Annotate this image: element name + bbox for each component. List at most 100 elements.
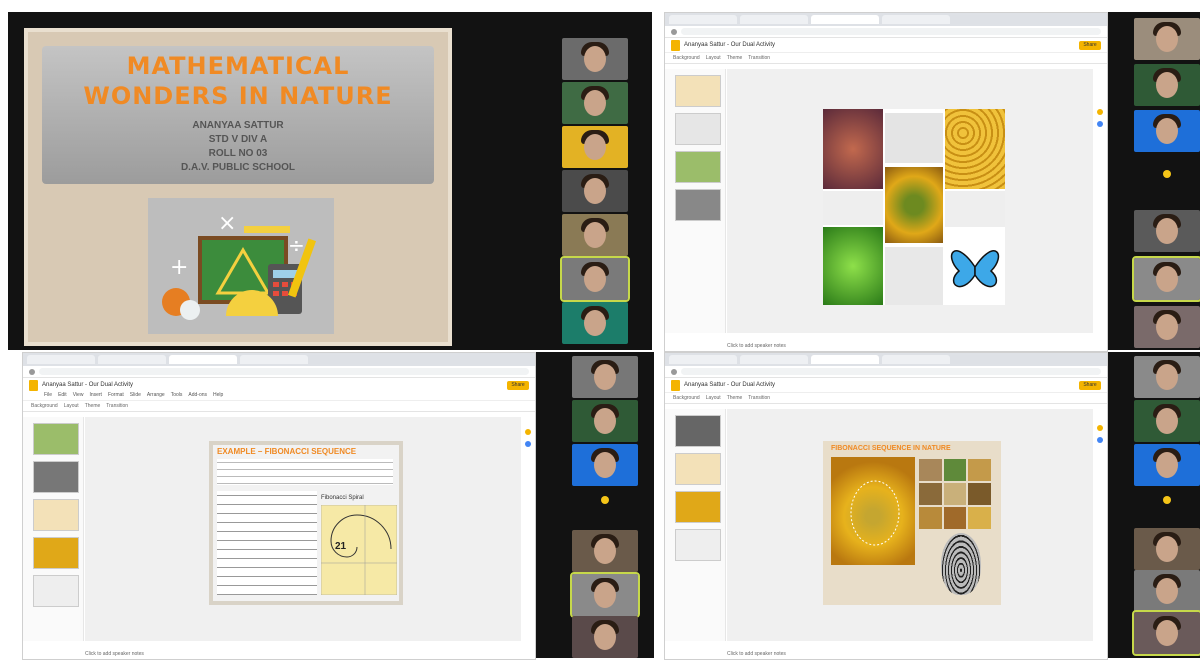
slide-thumbnail[interactable]	[675, 75, 721, 107]
slide-thumbnail[interactable]	[675, 415, 721, 447]
keep-icon[interactable]	[1097, 109, 1103, 115]
participant-tile[interactable]	[1134, 570, 1200, 612]
slide-thumbnail[interactable]	[675, 189, 721, 221]
participant-tile[interactable]	[572, 356, 638, 398]
share-button[interactable]: Share	[1079, 40, 1101, 50]
toolbar-background[interactable]: Background	[673, 395, 700, 401]
browser-tab[interactable]	[98, 355, 166, 364]
toolbar-transition[interactable]: Transition	[748, 395, 770, 401]
slide-thumbnail[interactable]	[33, 537, 79, 569]
toolbar-theme[interactable]: Theme	[727, 55, 743, 61]
slide-thumbnail[interactable]	[675, 453, 721, 485]
browser-tab[interactable]	[669, 15, 737, 24]
participant-tile[interactable]	[1134, 356, 1200, 398]
browser-tab[interactable]	[882, 15, 950, 24]
participant-tile[interactable]	[562, 302, 628, 344]
slide-thumbnail[interactable]	[675, 529, 721, 561]
slide-thumbnail[interactable]	[33, 423, 79, 455]
browser-tab[interactable]	[740, 15, 808, 24]
participant-tile-active[interactable]	[570, 572, 640, 618]
participant-tile[interactable]	[562, 126, 628, 168]
menu-slide[interactable]: Slide	[130, 392, 141, 400]
slide-thumbnail[interactable]	[675, 113, 721, 145]
slide-thumbnail[interactable]	[675, 491, 721, 523]
url-field[interactable]	[681, 368, 1101, 375]
tasks-icon[interactable]	[1097, 437, 1103, 443]
browser-tab-active[interactable]	[811, 355, 879, 364]
menu-help[interactable]: Help	[213, 392, 223, 400]
browser-tab[interactable]	[669, 355, 737, 364]
tasks-icon[interactable]	[525, 441, 531, 447]
url-field[interactable]	[681, 28, 1101, 35]
toolbar-theme[interactable]: Theme	[727, 395, 743, 401]
browser-tab[interactable]	[882, 355, 950, 364]
slide-thumbnail[interactable]	[33, 461, 79, 493]
participant-avatar[interactable]	[1134, 488, 1200, 530]
menu-view[interactable]: View	[73, 392, 84, 400]
collage-image-petals	[823, 109, 883, 189]
speaker-notes[interactable]: Click to add speaker notes	[727, 651, 786, 657]
slide-thumbnail[interactable]	[33, 499, 79, 531]
participant-tile[interactable]	[1134, 210, 1200, 252]
participant-tile[interactable]	[572, 444, 638, 486]
participant-tile[interactable]	[562, 170, 628, 212]
keep-icon[interactable]	[525, 429, 531, 435]
menu-addons[interactable]: Add-ons	[188, 392, 207, 400]
participant-tile[interactable]	[562, 82, 628, 124]
participant-tile-active[interactable]	[1132, 256, 1200, 302]
participant-tile[interactable]	[572, 530, 638, 572]
share-button[interactable]: Share	[507, 380, 529, 390]
back-icon[interactable]	[29, 368, 35, 375]
menu-edit[interactable]: Edit	[58, 392, 67, 400]
toolbar-layout[interactable]: Layout	[706, 395, 721, 401]
participant-avatar[interactable]	[1134, 162, 1200, 204]
participant-tile-active[interactable]	[1132, 610, 1200, 656]
keep-icon[interactable]	[1097, 425, 1103, 431]
participant-tile[interactable]	[562, 214, 628, 256]
toolbar-background[interactable]: Background	[673, 55, 700, 61]
slide-thumbnail[interactable]	[675, 151, 721, 183]
participant-tile-active[interactable]	[560, 256, 630, 302]
participant-tile[interactable]	[1134, 400, 1200, 442]
back-icon[interactable]	[671, 28, 677, 35]
toolbar-transition[interactable]: Transition	[106, 403, 128, 409]
toolbar-theme[interactable]: Theme	[85, 403, 101, 409]
tasks-icon[interactable]	[1097, 121, 1103, 127]
menu-format[interactable]: Format	[108, 392, 124, 400]
participant-tile[interactable]	[1134, 110, 1200, 152]
title-slide: MATHEMATICAL WONDERS IN NATURE ANANYAA S…	[24, 28, 452, 346]
participant-tile[interactable]	[1134, 444, 1200, 486]
participant-tile[interactable]	[1134, 306, 1200, 348]
menu-file[interactable]: File	[44, 392, 52, 400]
toolbar-layout[interactable]: Layout	[706, 55, 721, 61]
speaker-notes[interactable]: Click to add speaker notes	[85, 651, 144, 657]
speaker-notes[interactable]: Click to add speaker notes	[727, 343, 786, 349]
participant-avatar[interactable]	[572, 488, 638, 530]
browser-tab-active[interactable]	[169, 355, 237, 364]
menu-arrange[interactable]: Arrange	[147, 392, 165, 400]
browser-tab[interactable]	[27, 355, 95, 364]
participant-tile[interactable]	[562, 38, 628, 80]
toolbar-transition[interactable]: Transition	[748, 55, 770, 61]
toolbar-layout[interactable]: Layout	[64, 403, 79, 409]
participant-tile[interactable]	[1134, 528, 1200, 570]
slide-thumbnail[interactable]	[33, 575, 79, 607]
participant-tile[interactable]	[1134, 64, 1200, 106]
participant-tile[interactable]	[572, 400, 638, 442]
share-button[interactable]: Share	[1079, 380, 1101, 390]
participant-tile[interactable]	[1134, 18, 1200, 60]
menu-tools[interactable]: Tools	[171, 392, 183, 400]
browser-tab-active[interactable]	[811, 15, 879, 24]
doc-title[interactable]: Ananyaa Sattur - Our Dual Activity	[684, 382, 775, 388]
spiral-number: 21	[335, 541, 347, 552]
doc-title[interactable]: Ananyaa Sattur - Our Dual Activity	[42, 382, 133, 388]
back-icon[interactable]	[671, 368, 677, 375]
toolbar-background[interactable]: Background	[31, 403, 58, 409]
url-field[interactable]	[39, 368, 529, 375]
doc-title[interactable]: Ananyaa Sattur - Our Dual Activity	[684, 42, 775, 48]
browser-tab[interactable]	[740, 355, 808, 364]
menu-insert[interactable]: Insert	[89, 392, 102, 400]
nature-photo	[943, 483, 967, 505]
participant-tile[interactable]	[572, 616, 638, 658]
browser-tab[interactable]	[240, 355, 308, 364]
